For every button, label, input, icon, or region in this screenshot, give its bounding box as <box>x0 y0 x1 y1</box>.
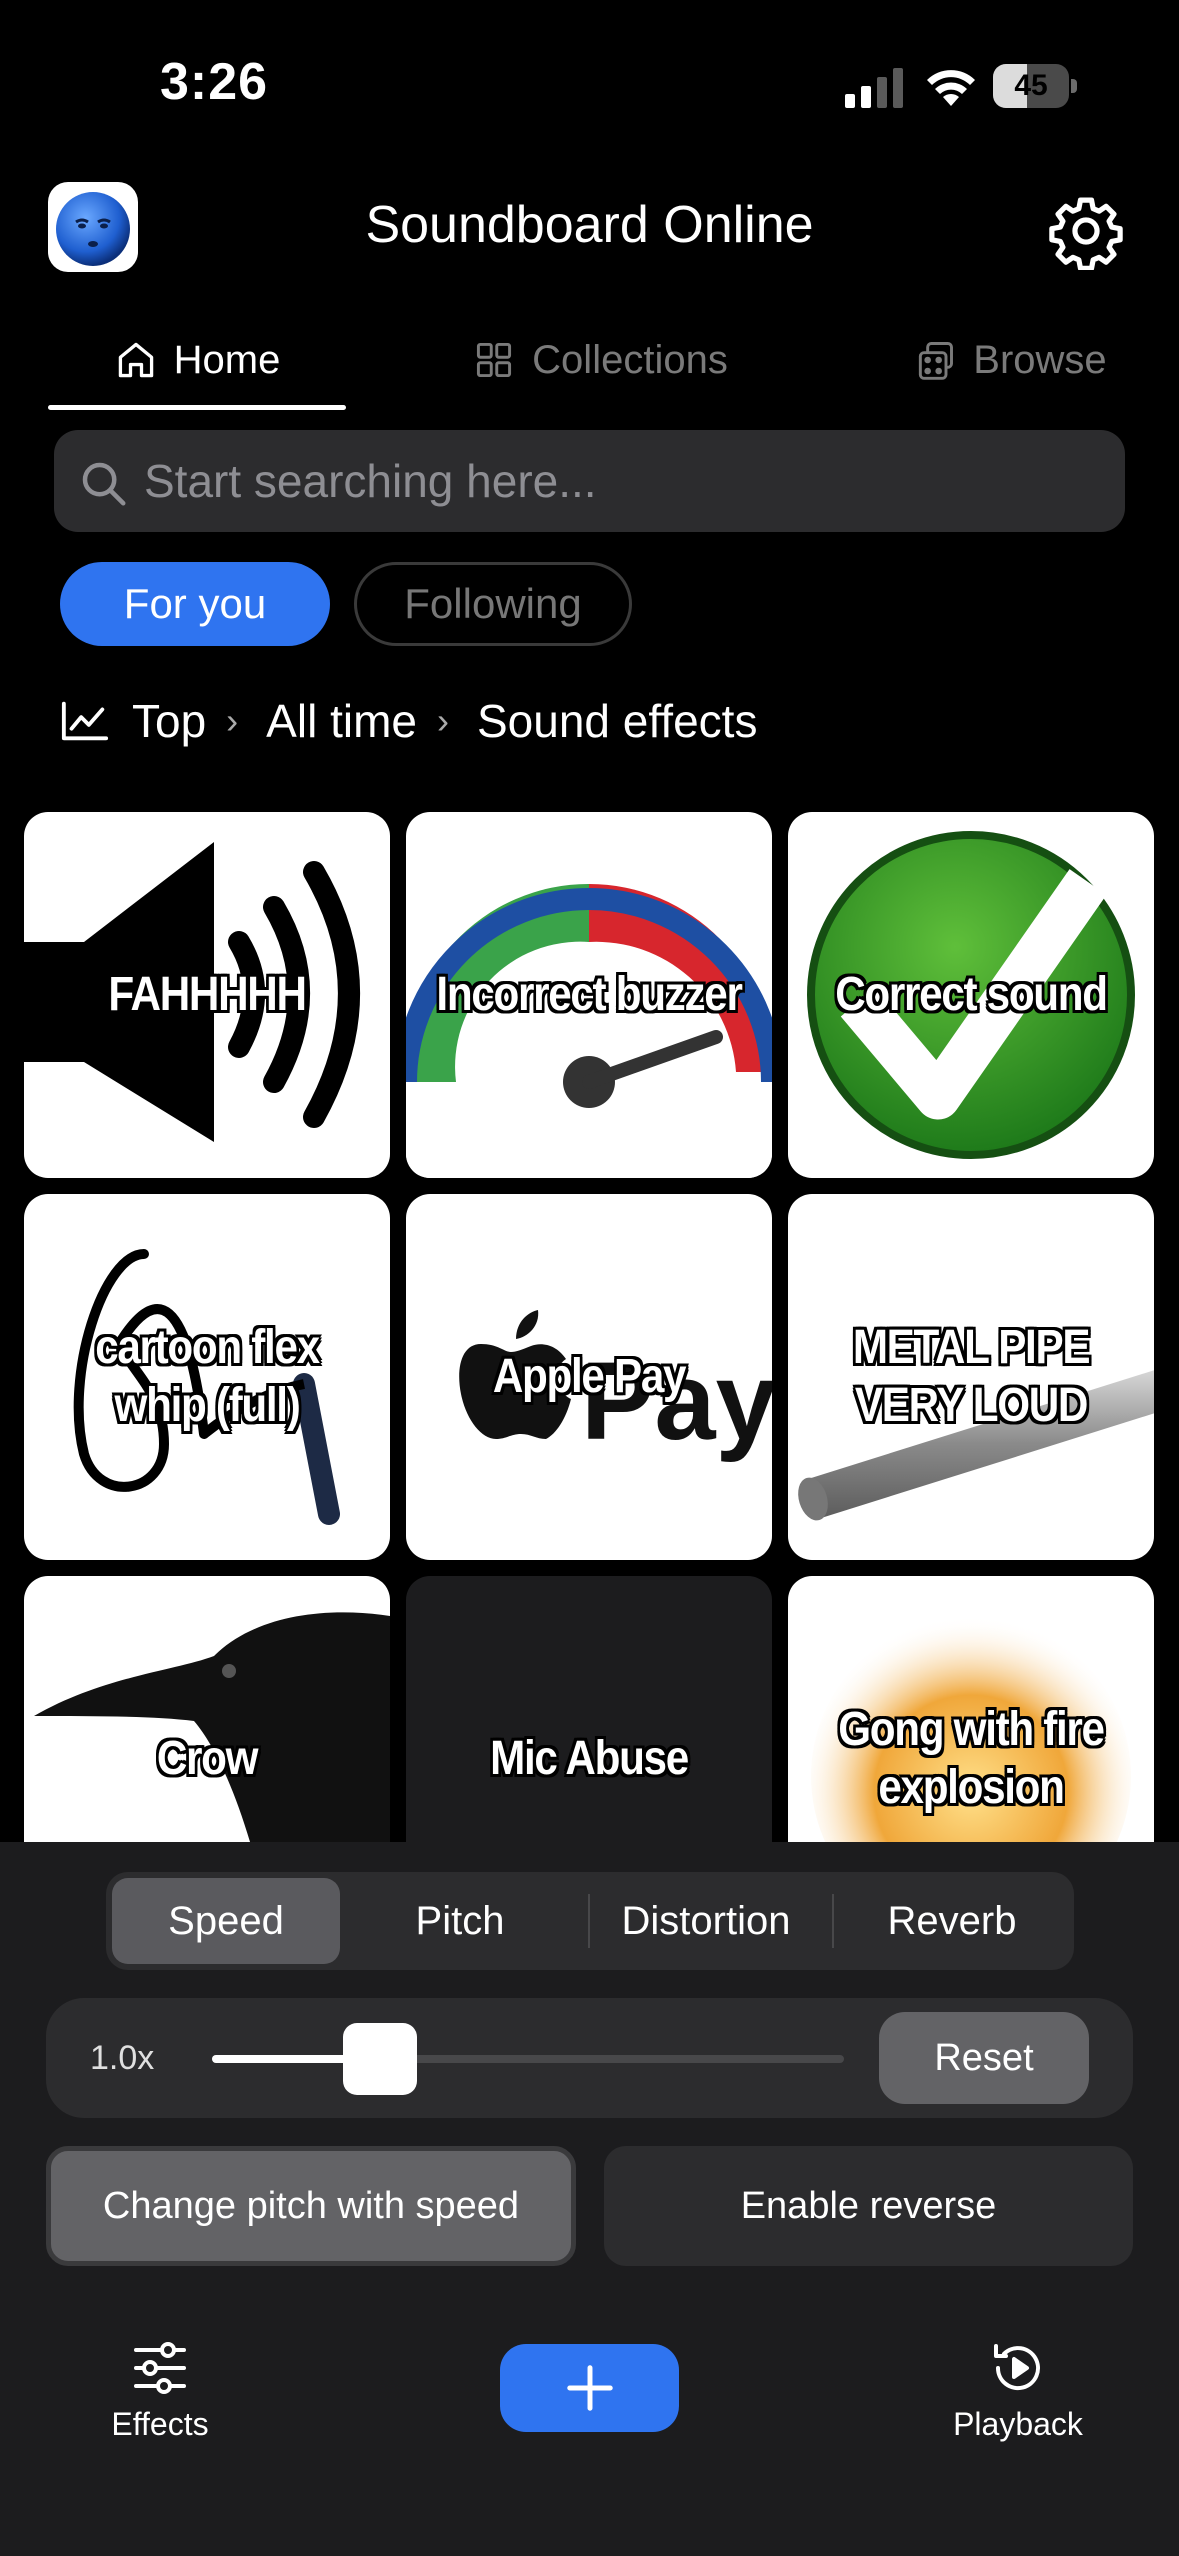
chevron-right-icon: › <box>226 700 239 741</box>
playback-button[interactable]: Playback <box>918 2340 1118 2443</box>
app-title: Soundboard Online <box>365 196 814 254</box>
tab-collections[interactable]: Collections <box>440 310 760 410</box>
status-time: 3:26 <box>160 53 269 111</box>
search-input[interactable] <box>144 430 1104 532</box>
for-you-filter-button[interactable]: For you <box>60 562 330 646</box>
breadcrumb-sort[interactable]: Top <box>132 694 206 748</box>
effects-label: Effects <box>111 2406 209 2442</box>
plus-icon <box>566 2365 613 2411</box>
sound-title: Correct sound <box>835 968 1108 1022</box>
tab-home[interactable]: Home <box>48 310 346 410</box>
sound-title: cartoon flex whip (full) <box>95 1321 320 1432</box>
playback-label: Playback <box>953 2406 1083 2442</box>
sound-tile[interactable]: Mic Abuse <box>406 1576 772 1842</box>
sound-title: Gong with fire explosion <box>838 1703 1105 1814</box>
breadcrumb-category[interactable]: Sound effects <box>477 694 757 748</box>
search-bar <box>54 430 1125 532</box>
tab-collections-label: Collections <box>532 337 728 382</box>
segment-reverb[interactable]: Reverb <box>838 1878 1066 1964</box>
battery-level-text: 45 <box>1014 69 1048 102</box>
following-filter-button[interactable]: Following <box>354 562 632 646</box>
segment-distortion[interactable]: Distortion <box>592 1878 820 1964</box>
sound-title: Crow <box>156 1732 259 1786</box>
tab-browse-label: Browse <box>973 337 1107 382</box>
sound-tile[interactable]: Correct sound <box>788 812 1154 1178</box>
sound-title: Mic Abuse <box>490 1732 689 1786</box>
main-tabs: Home Collections Browse <box>0 310 1179 410</box>
speed-value-label: 1.0x <box>90 2039 155 2077</box>
segment-pitch[interactable]: Pitch <box>346 1878 574 1964</box>
gear-icon <box>1049 197 1123 271</box>
segment-speed[interactable]: Speed <box>112 1878 340 1964</box>
effect-type-segmented-control: Speed Pitch Distortion Reverb <box>106 1872 1074 1970</box>
chevron-right-icon: › <box>436 700 449 741</box>
sound-title: Incorrect buzzer <box>436 968 742 1022</box>
sliders-icon <box>134 2342 186 2394</box>
effects-button[interactable]: Effects <box>60 2340 260 2443</box>
active-tab-indicator <box>48 405 346 410</box>
house-icon <box>118 342 153 378</box>
sound-tile[interactable]: METAL PIPE VERY LOUD <box>788 1194 1154 1560</box>
sound-title: METAL PIPE VERY LOUD <box>852 1321 1091 1432</box>
settings-button[interactable] <box>1047 192 1125 271</box>
grid-icon <box>477 342 512 378</box>
reset-button[interactable]: Reset <box>879 2012 1089 2104</box>
cellular-signal-icon <box>845 68 903 108</box>
tab-home-label: Home <box>173 337 281 382</box>
sound-title: FAHHHHH <box>108 968 307 1022</box>
breadcrumb: Top › All time › Sound effects <box>60 686 757 756</box>
sound-tile[interactable]: Pay Apple Pay <box>406 1194 772 1560</box>
speed-slider-thumb[interactable] <box>343 2023 417 2095</box>
sound-title: Apple Pay <box>492 1350 687 1404</box>
sound-tile[interactable]: FAHHHHH <box>24 812 390 1178</box>
wifi-icon <box>927 70 975 106</box>
breadcrumb-period[interactable]: All time <box>266 694 417 748</box>
sound-grid: FAHHHHH Incorrect buzzer Correct sound c… <box>24 812 1158 1842</box>
tab-browse[interactable]: Browse <box>860 310 1160 410</box>
search-icon <box>82 462 126 506</box>
enable-reverse-toggle[interactable]: Enable reverse <box>604 2146 1133 2266</box>
battery-indicator: 45 <box>993 64 1079 108</box>
sound-tile[interactable]: Gong with fire explosion <box>788 1576 1154 1842</box>
dice-icon <box>919 342 954 380</box>
speed-slider-row: 1.0x Reset <box>46 1998 1133 2118</box>
trend-chart-icon <box>61 701 109 741</box>
sound-tile[interactable]: cartoon flex whip (full) <box>24 1194 390 1560</box>
replay-icon <box>994 2344 1040 2391</box>
sound-tile[interactable]: Crow <box>24 1576 390 1842</box>
change-pitch-with-speed-toggle[interactable]: Change pitch with speed <box>46 2146 576 2266</box>
add-sound-button[interactable] <box>500 2344 679 2432</box>
status-bar: 3:26 45 <box>0 0 1179 170</box>
speed-slider-track[interactable] <box>212 2055 844 2063</box>
sound-tile[interactable]: Incorrect buzzer <box>406 812 772 1178</box>
